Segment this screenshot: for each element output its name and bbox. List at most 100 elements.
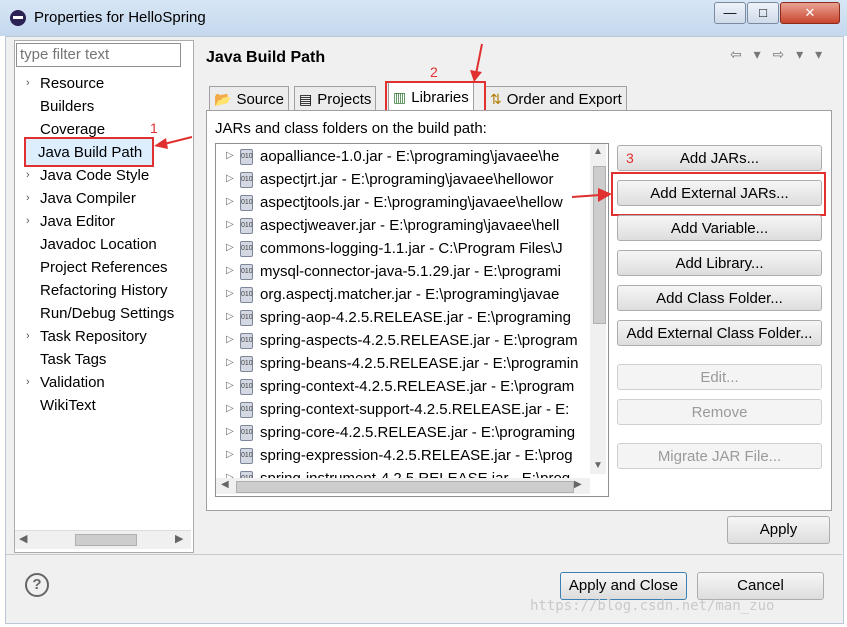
jar-icon: 010 <box>240 149 253 165</box>
navigation-arrows[interactable]: ⇦ ▾ ⇨ ▾ ▾ <box>730 46 826 63</box>
source-folder-icon: 📂 <box>214 90 232 107</box>
tree-item-project-references[interactable]: Project References <box>40 259 168 276</box>
tree-expand-icon[interactable]: › <box>26 330 30 342</box>
tree-item-java-code-style[interactable]: Java Code Style <box>40 167 149 184</box>
list-item[interactable]: ▷ 010 spring-aop-4.2.5.RELEASE.jar - E:\pr… <box>216 307 588 330</box>
window-title: Properties for HelloSpring <box>34 9 206 26</box>
add-external-class-folder-button[interactable]: Add External Class Folder... <box>617 320 822 346</box>
jar-icon: 010 <box>240 241 253 257</box>
jar-entry-label: spring-context-support-4.2.5.RELEASE.jar… <box>260 401 570 418</box>
apply-and-close-button[interactable]: Apply and Close <box>560 572 687 600</box>
expand-icon[interactable]: ▷ <box>226 357 234 368</box>
list-item[interactable]: ▷ 010 commons-logging-1.1.jar - C:\Program… <box>216 238 588 261</box>
add-variable-button[interactable]: Add Variable... <box>617 215 822 241</box>
list-item[interactable]: ▷ 010 aspectjweaver.jar - E:\programing\ja… <box>216 215 588 238</box>
migrate-jar-button[interactable]: Migrate JAR File... <box>617 443 822 469</box>
expand-icon[interactable]: ▷ <box>226 219 234 230</box>
expand-icon[interactable]: ▷ <box>226 242 234 253</box>
expand-icon[interactable]: ▷ <box>226 403 234 414</box>
list-item[interactable]: ▷ 010 aspectjrt.jar - E:\programing\javaee… <box>216 169 588 192</box>
maximize-button[interactable]: □ <box>747 2 779 24</box>
add-library-button[interactable]: Add Library... <box>617 250 822 276</box>
add-class-folder-button[interactable]: Add Class Folder... <box>617 285 822 311</box>
tab-projects[interactable]: ▤ Projects <box>294 86 377 111</box>
list-item[interactable]: ▷ 010 spring-expression-4.2.5.RELEASE.jar … <box>216 445 588 468</box>
jar-icon: 010 <box>240 425 253 441</box>
close-button[interactable]: ✕ <box>780 2 840 24</box>
help-icon[interactable]: ? <box>25 573 49 597</box>
filter-input[interactable] <box>17 44 178 64</box>
tree-expand-icon[interactable]: › <box>26 192 30 204</box>
watermark: https://blog.csdn.net/man_zuo <box>530 598 775 614</box>
tab-order-and-export[interactable]: ⇅ Order and Export <box>485 86 627 111</box>
jar-icon: 010 <box>240 172 253 188</box>
list-item[interactable]: ▷ 010 spring-context-support-4.2.5.RELEASE… <box>216 399 588 422</box>
list-item[interactable]: ▷ 010 aspectjtools.jar - E:\programing\jav… <box>216 192 588 215</box>
tree-item-validation[interactable]: Validation <box>40 374 105 391</box>
list-item[interactable]: ▷ 010 spring-core-4.2.5.RELEASE.jar - E:\p… <box>216 422 588 445</box>
tree-item-task-repository[interactable]: Task Repository <box>40 328 147 345</box>
tree-item-resource[interactable]: Resource <box>40 75 104 92</box>
list-item[interactable]: ▷ 010 org.aspectj.matcher.jar - E:\program… <box>216 284 588 307</box>
projects-icon: ▤ <box>299 90 313 107</box>
expand-icon[interactable]: ▷ <box>226 334 234 345</box>
expand-icon[interactable]: ▷ <box>226 265 234 276</box>
list-item[interactable]: ▷ 010 mysql-connector-java-5.1.29.jar - E:… <box>216 261 588 284</box>
tree-item-javadoc-location[interactable]: Javadoc Location <box>40 236 157 253</box>
add-jars-button[interactable]: Add JARs... <box>617 145 822 171</box>
expand-icon[interactable]: ▷ <box>226 380 234 391</box>
tree-item-run-debug-settings[interactable]: Run/Debug Settings <box>40 305 174 322</box>
expand-icon[interactable]: ▷ <box>226 311 234 322</box>
expand-icon[interactable]: ▷ <box>226 150 234 161</box>
filter-box <box>16 43 181 67</box>
tree-expand-icon[interactable]: › <box>26 376 30 388</box>
jar-icon: 010 <box>240 218 253 234</box>
tab-order-label: Order and Export <box>506 90 622 108</box>
tree-horizontal-scrollbar[interactable]: ◀ ▶ <box>15 530 191 549</box>
cancel-button[interactable]: Cancel <box>697 572 824 600</box>
list-item[interactable]: ▷ 010 aopalliance-1.0.jar - E:\programing\… <box>216 146 588 169</box>
tree-item-java-editor[interactable]: Java Editor <box>40 213 115 230</box>
tree-item-java-build-path[interactable]: Java Build Path <box>38 144 142 161</box>
annotation-arrow-2 <box>470 43 483 82</box>
remove-button[interactable]: Remove <box>617 399 822 425</box>
jar-entry-label: org.aspectj.matcher.jar - E:\programing\… <box>260 286 560 303</box>
expand-icon[interactable]: ▷ <box>226 449 234 460</box>
jar-entry-label: aspectjtools.jar - E:\programing\javaee\… <box>260 194 563 211</box>
tree-item-refactoring-history[interactable]: Refactoring History <box>40 282 168 299</box>
libraries-tab-highlight <box>385 81 486 113</box>
separator <box>6 554 842 555</box>
tree-expand-icon[interactable]: › <box>26 77 30 89</box>
tree-expand-icon[interactable]: › <box>26 169 30 181</box>
expand-icon[interactable]: ▷ <box>226 173 234 184</box>
tree-item-wikitext[interactable]: WikiText <box>40 397 96 414</box>
tree-item-java-compiler[interactable]: Java Compiler <box>40 190 136 207</box>
jar-icon: 010 <box>240 333 253 349</box>
jar-icon: 010 <box>240 448 253 464</box>
jar-entry-label: commons-logging-1.1.jar - C:\Program Fil… <box>260 240 563 257</box>
jar-icon: 010 <box>240 264 253 280</box>
jar-entry-label: spring-core-4.2.5.RELEASE.jar - E:\progr… <box>260 424 576 441</box>
list-item[interactable]: ▷ 010 spring-beans-4.2.5.RELEASE.jar - E:\… <box>216 353 588 376</box>
jar-entry-label: spring-expression-4.2.5.RELEASE.jar - E:… <box>260 447 573 464</box>
jar-icon: 010 <box>240 379 253 395</box>
list-item[interactable]: ▷ 010 spring-context-4.2.5.RELEASE.jar - E… <box>216 376 588 399</box>
add-external-jars-highlight <box>611 172 826 216</box>
list-horizontal-thumb[interactable] <box>236 481 574 493</box>
expand-icon[interactable]: ▷ <box>226 426 234 437</box>
libraries-heading: JARs and class folders on the build path… <box>215 120 487 137</box>
build-path-list[interactable]: ▷ 010 aopalliance-1.0.jar - E:\programing\… <box>215 143 609 497</box>
list-item[interactable]: ▷ 010 spring-aspects-4.2.5.RELEASE.jar - E… <box>216 330 588 353</box>
tab-source[interactable]: 📂 Source <box>209 86 289 111</box>
apply-button[interactable]: Apply <box>727 516 830 544</box>
tree-item-task-tags[interactable]: Task Tags <box>40 351 106 368</box>
tree-item-builders[interactable]: Builders <box>40 98 94 115</box>
expand-icon[interactable]: ▷ <box>226 288 234 299</box>
edit-button[interactable]: Edit... <box>617 364 822 390</box>
tree-expand-icon[interactable]: › <box>26 215 30 227</box>
tree-item-coverage[interactable]: Coverage <box>40 121 105 138</box>
annotation-arrow-1 <box>154 136 193 149</box>
tab-source-label: Source <box>236 90 284 108</box>
expand-icon[interactable]: ▷ <box>226 196 234 207</box>
minimize-button[interactable]: — <box>714 2 746 24</box>
